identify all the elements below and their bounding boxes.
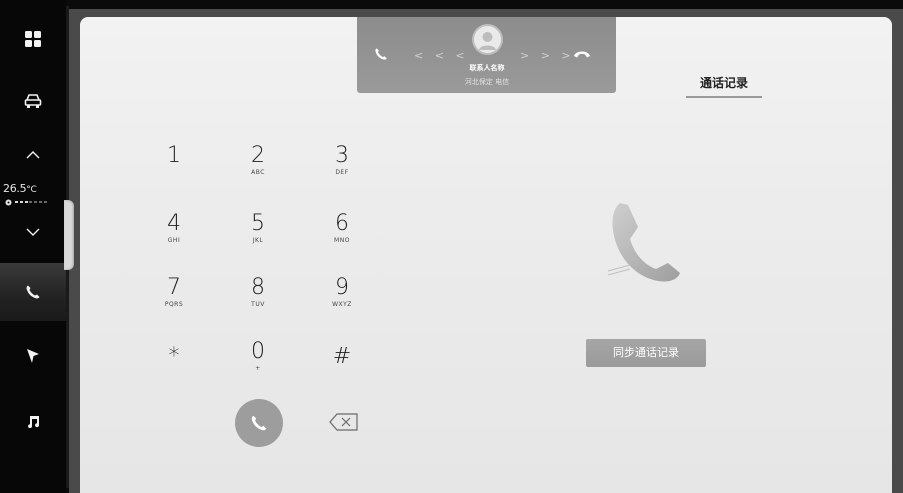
chevron-down-icon[interactable] — [0, 222, 66, 242]
key-9[interactable]: 9 WXYZ — [312, 275, 372, 309]
navigation-arrow-icon[interactable] — [0, 345, 66, 367]
key-letters: JKL — [252, 237, 264, 244]
fan-speed-indicator — [5, 198, 57, 206]
key-hash[interactable]: # — [312, 345, 372, 370]
key-2[interactable]: 2 ABC — [228, 143, 288, 177]
hang-up-icon[interactable] — [573, 49, 591, 59]
key-6[interactable]: 6 MNO — [312, 211, 372, 245]
key-digit: 9 — [335, 275, 349, 300]
key-4[interactable]: 4 GHI — [144, 211, 204, 245]
fan-icon — [5, 199, 12, 205]
apps-grid-icon[interactable] — [0, 24, 66, 54]
music-note-icon[interactable] — [0, 410, 66, 432]
temperature-unit: °C — [26, 185, 37, 195]
tab-call-log[interactable]: 通话记录 — [686, 72, 762, 98]
panel-drag-handle[interactable] — [64, 200, 74, 270]
key-letters: GHI — [167, 237, 181, 244]
fan-level-rest — [29, 201, 47, 203]
right-chevrons: > > > — [520, 49, 575, 62]
key-letters: DEF — [335, 169, 349, 176]
key-digit: 5 — [251, 211, 265, 236]
key-letters: ABC — [251, 169, 265, 176]
key-digit: 2 — [251, 143, 265, 168]
key-letters: TUV — [251, 301, 265, 308]
key-digit: 6 — [335, 211, 349, 236]
left-chevrons: < < < — [414, 49, 469, 62]
backspace-icon — [329, 413, 358, 431]
temperature-value: 26.5 — [3, 182, 27, 195]
key-0[interactable]: 0 + — [228, 339, 288, 373]
key-digit: 1 — [167, 143, 181, 168]
key-star[interactable]: * — [144, 345, 204, 370]
backspace-button[interactable] — [329, 412, 359, 436]
left-nav-rail: 26.5°C — [0, 0, 66, 493]
empty-call-log-illustration — [590, 195, 690, 294]
key-1[interactable]: 1 — [144, 144, 204, 169]
chevron-up-icon[interactable] — [0, 145, 66, 165]
key-letters: WXYZ — [332, 301, 352, 308]
key-3[interactable]: 3 DEF — [312, 143, 372, 177]
key-letters: MNO — [334, 237, 350, 244]
phone-icon — [251, 415, 267, 431]
contact-avatar-icon — [474, 26, 501, 53]
answer-call-icon[interactable] — [374, 47, 388, 61]
key-letters: PQRS — [164, 301, 184, 308]
temperature-readout: 26.5°C — [3, 182, 63, 195]
key-digit: 7 — [167, 275, 181, 300]
key-digit: 4 — [167, 211, 181, 236]
contact-name: 联系人名称 — [469, 64, 505, 72]
key-digit: # — [332, 344, 352, 369]
key-letters: + — [255, 365, 261, 372]
dial-call-button[interactable] — [235, 399, 283, 447]
key-digit: 8 — [251, 275, 265, 300]
key-digit: 0 — [251, 339, 265, 364]
key-digit: 3 — [335, 143, 349, 168]
sync-call-log-button[interactable]: 同步通话记录 — [586, 339, 706, 367]
key-7[interactable]: 7 PQRS — [144, 275, 204, 309]
key-8[interactable]: 8 TUV — [228, 275, 288, 309]
key-5[interactable]: 5 JKL — [228, 211, 288, 245]
call-banner[interactable]: < < < > > > 联系人名称 河北保定 电信 — [357, 17, 616, 93]
fan-level-fill — [15, 201, 29, 203]
phone-icon[interactable] — [0, 279, 66, 305]
key-digit: * — [168, 344, 180, 369]
car-icon[interactable] — [0, 86, 66, 116]
contact-location-carrier: 河北保定 电信 — [464, 78, 510, 86]
